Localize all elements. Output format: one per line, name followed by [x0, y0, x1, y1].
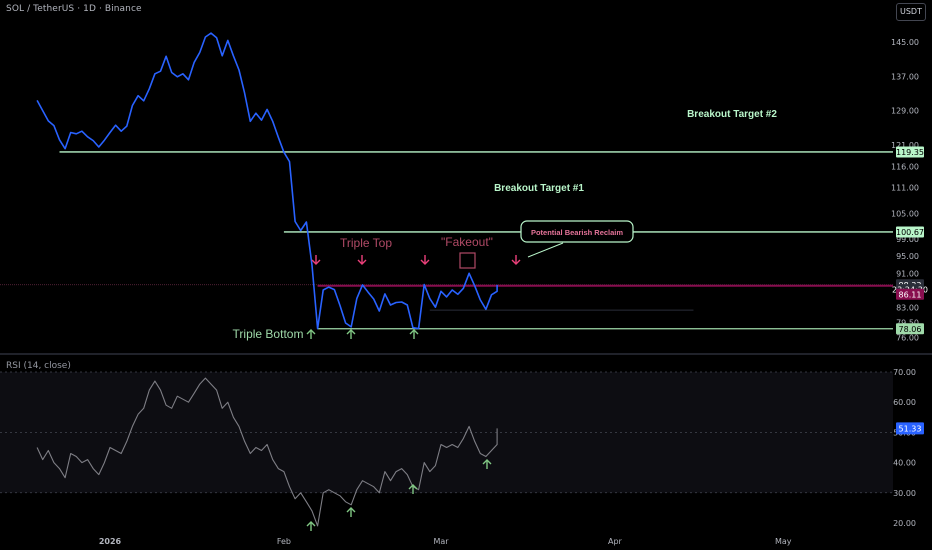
- label-fakeout: "Fakeout": [441, 235, 493, 249]
- price-tick-13: 76.00: [896, 334, 919, 343]
- price-tick-4: 116.00: [891, 162, 919, 171]
- price-tick-6: 105.00: [891, 209, 919, 218]
- rsi-tick-5: 20.00: [893, 519, 916, 528]
- time-tick-4: May: [775, 537, 792, 546]
- rsi-tick-3: 40.00: [893, 459, 916, 468]
- label-potential-bearish-reclaim: Potential Bearish Reclaim: [531, 228, 623, 237]
- label-breakout-target-2: Breakout Target #2: [687, 109, 777, 120]
- price-tick-1: 137.00: [891, 72, 919, 81]
- currency-button[interactable]: USDT: [896, 3, 926, 21]
- label-breakout-target-1: Breakout Target #1: [494, 183, 584, 194]
- price-badge-label-4: 86.11: [899, 290, 922, 299]
- price-tick-0: 145.00: [891, 38, 919, 47]
- price-tick-2: 129.00: [891, 107, 919, 116]
- time-tick-1: Feb: [277, 537, 291, 546]
- symbol-header[interactable]: SOL / TetherUS · 1D · Binance: [6, 4, 142, 14]
- price-badge-label-1: 100.67: [896, 228, 924, 237]
- rsi-badge-label: 51.33: [899, 424, 922, 433]
- rsi-tick-4: 30.00: [893, 489, 916, 498]
- time-tick-0: 2026: [99, 537, 122, 546]
- price-tick-8: 95.00: [896, 252, 919, 261]
- price-badge-label-0: 119.35: [896, 148, 924, 157]
- price-tick-11: 83.00: [896, 304, 919, 313]
- time-tick-2: Mar: [433, 537, 449, 546]
- rsi-tick-1: 60.00: [893, 398, 916, 407]
- price-tick-5: 111.00: [891, 184, 919, 193]
- rsi-tick-0: 70.00: [893, 368, 916, 377]
- chart-canvas: 145.00137.00129.00121.00116.00111.00105.…: [0, 0, 932, 550]
- label-triple-bottom: Triple Bottom: [233, 327, 304, 341]
- label-triple-top: Triple Top: [340, 236, 392, 250]
- price-badge-label-5: 78.06: [899, 325, 922, 334]
- rsi-header[interactable]: RSI (14, close): [6, 361, 71, 371]
- price-tick-9: 91.00: [896, 269, 919, 278]
- time-tick-3: Apr: [608, 537, 623, 546]
